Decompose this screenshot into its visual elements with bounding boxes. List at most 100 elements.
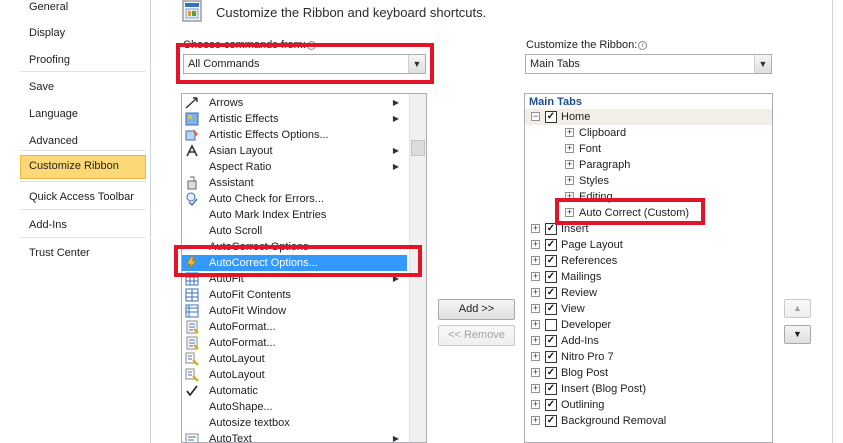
tree-item[interactable]: + ✓ Page Layout [525, 237, 772, 253]
expand-icon[interactable]: + [565, 176, 574, 185]
command-item[interactable]: AutoText ▶ [182, 431, 407, 442]
expand-icon[interactable]: + [531, 416, 540, 425]
expand-icon[interactable]: + [531, 304, 540, 313]
ribbon-tree[interactable]: Main Tabs − ✓ Home + Clipboard + Font + Paragrap… [524, 93, 773, 443]
command-item[interactable]: Assistant [182, 175, 407, 191]
add-button[interactable]: Add >> [438, 299, 515, 320]
tree-item[interactable]: − ✓ Home [525, 109, 772, 125]
expand-icon[interactable]: + [565, 128, 574, 137]
commands-scroll-thumb[interactable] [411, 140, 425, 156]
expand-icon[interactable]: + [565, 208, 574, 217]
nav-item-display[interactable]: Display [20, 22, 146, 46]
command-item[interactable]: AutoFit Window [182, 303, 407, 319]
tab-checkbox[interactable]: ✓ [545, 399, 557, 411]
tree-item[interactable]: + Clipboard [525, 125, 772, 141]
nav-item-quick-access-toolbar[interactable]: Quick Access Toolbar [20, 186, 146, 210]
expand-icon[interactable]: + [531, 336, 540, 345]
expand-icon[interactable]: + [531, 256, 540, 265]
command-item[interactable]: AutoCorrect Options [182, 239, 407, 255]
tree-item[interactable]: + ✓ Insert [525, 221, 772, 237]
tree-item[interactable]: + ✓ Insert (Blog Post) [525, 381, 772, 397]
tab-checkbox[interactable] [545, 319, 557, 331]
command-item[interactable]: Artistic Effects ▶ [182, 111, 407, 127]
command-item[interactable]: AutoLayout [182, 367, 407, 383]
tree-item[interactable]: + ✓ Background Removal [525, 413, 772, 429]
collapse-icon[interactable]: − [531, 112, 540, 121]
chevron-down-icon[interactable]: ▼ [754, 55, 771, 73]
tree-item[interactable]: + Styles [525, 173, 772, 189]
tree-item[interactable]: + Font [525, 141, 772, 157]
info-icon[interactable]: i [306, 41, 316, 50]
tree-item[interactable]: + ✓ Blog Post [525, 365, 772, 381]
expand-icon[interactable]: + [531, 320, 540, 329]
command-item[interactable]: AutoShape... [182, 399, 407, 415]
chevron-down-icon[interactable]: ▼ [408, 55, 425, 73]
expand-icon[interactable]: + [565, 144, 574, 153]
nav-item-customize-ribbon[interactable]: Customize Ribbon [20, 155, 146, 179]
nav-item-save[interactable]: Save [20, 76, 146, 100]
command-item[interactable]: Asian Layout ▶ [182, 143, 407, 159]
tab-checkbox[interactable]: ✓ [545, 111, 557, 123]
tab-checkbox[interactable]: ✓ [545, 303, 557, 315]
commands-scrollbar[interactable] [409, 94, 426, 442]
commands-list[interactable]: Arrows ▶ Artistic Effects ▶ Artistic Effects… [181, 93, 427, 443]
tree-item[interactable]: + Editing [525, 189, 772, 205]
tab-checkbox[interactable]: ✓ [545, 367, 557, 379]
tab-checkbox[interactable]: ✓ [545, 335, 557, 347]
command-item[interactable]: Aspect Ratio ▶ [182, 159, 407, 175]
tree-item[interactable]: + Paragraph [525, 157, 772, 173]
tree-item[interactable]: + ✓ Mailings [525, 269, 772, 285]
nav-item-trust-center[interactable]: Trust Center [20, 242, 146, 266]
command-item[interactable]: Automatic [182, 383, 407, 399]
expand-icon[interactable]: + [531, 240, 540, 249]
tree-item[interactable]: + ✓ Review [525, 285, 772, 301]
tree-item[interactable]: + ✓ Outlining [525, 397, 772, 413]
nav-item-proofing[interactable]: Proofing [20, 49, 146, 73]
command-item[interactable]: AutoLayout [182, 351, 407, 367]
move-down-button[interactable]: ▼ [784, 325, 811, 344]
command-item[interactable]: AutoFormat... [182, 319, 407, 335]
nav-item-language[interactable]: Language [20, 103, 146, 127]
expand-icon[interactable]: + [531, 400, 540, 409]
tree-item[interactable]: + ✓ References [525, 253, 772, 269]
command-item[interactable]: AutoCorrect Options... [182, 255, 407, 271]
expand-icon[interactable]: + [531, 288, 540, 297]
tree-item[interactable]: + ✓ Add-Ins [525, 333, 772, 349]
command-item[interactable]: AutoFormat... [182, 335, 407, 351]
expand-icon[interactable]: + [565, 160, 574, 169]
expand-icon[interactable]: + [531, 224, 540, 233]
submenu-arrow-icon: ▶ [392, 274, 399, 283]
command-item[interactable]: Artistic Effects Options... [182, 127, 407, 143]
tab-checkbox[interactable]: ✓ [545, 255, 557, 267]
tab-checkbox[interactable]: ✓ [545, 239, 557, 251]
command-item[interactable]: Auto Mark Index Entries [182, 207, 407, 223]
expand-icon[interactable]: + [565, 192, 574, 201]
tab-checkbox[interactable]: ✓ [545, 287, 557, 299]
expand-icon[interactable]: + [531, 368, 540, 377]
tree-item[interactable]: + ✓ View [525, 301, 772, 317]
ribbon-tabs-dropdown[interactable]: Main Tabs ▼ [525, 54, 772, 74]
remove-button[interactable]: << Remove [438, 325, 515, 346]
commands-source-dropdown[interactable]: All Commands ▼ [183, 54, 426, 74]
info-icon[interactable]: i [638, 41, 648, 50]
tree-item[interactable]: + Auto Correct (Custom) [525, 205, 772, 221]
nav-item-general[interactable]: General [20, 0, 146, 20]
command-item[interactable]: AutoFit ▶ [182, 271, 407, 287]
tab-checkbox[interactable]: ✓ [545, 383, 557, 395]
command-item[interactable]: Auto Scroll [182, 223, 407, 239]
command-item[interactable]: Auto Check for Errors... [182, 191, 407, 207]
nav-item-add-ins[interactable]: Add-Ins [20, 214, 146, 238]
expand-icon[interactable]: + [531, 272, 540, 281]
command-item[interactable]: Autosize textbox [182, 415, 407, 431]
move-up-button[interactable]: ▲ [784, 299, 811, 318]
tab-checkbox[interactable]: ✓ [545, 415, 557, 427]
expand-icon[interactable]: + [531, 352, 540, 361]
expand-icon[interactable]: + [531, 384, 540, 393]
command-item[interactable]: AutoFit Contents [182, 287, 407, 303]
tab-checkbox[interactable]: ✓ [545, 271, 557, 283]
tab-checkbox[interactable]: ✓ [545, 223, 557, 235]
tree-item[interactable]: + Developer [525, 317, 772, 333]
tab-checkbox[interactable]: ✓ [545, 351, 557, 363]
command-item[interactable]: Arrows ▶ [182, 95, 407, 111]
tree-item[interactable]: + ✓ Nitro Pro 7 [525, 349, 772, 365]
